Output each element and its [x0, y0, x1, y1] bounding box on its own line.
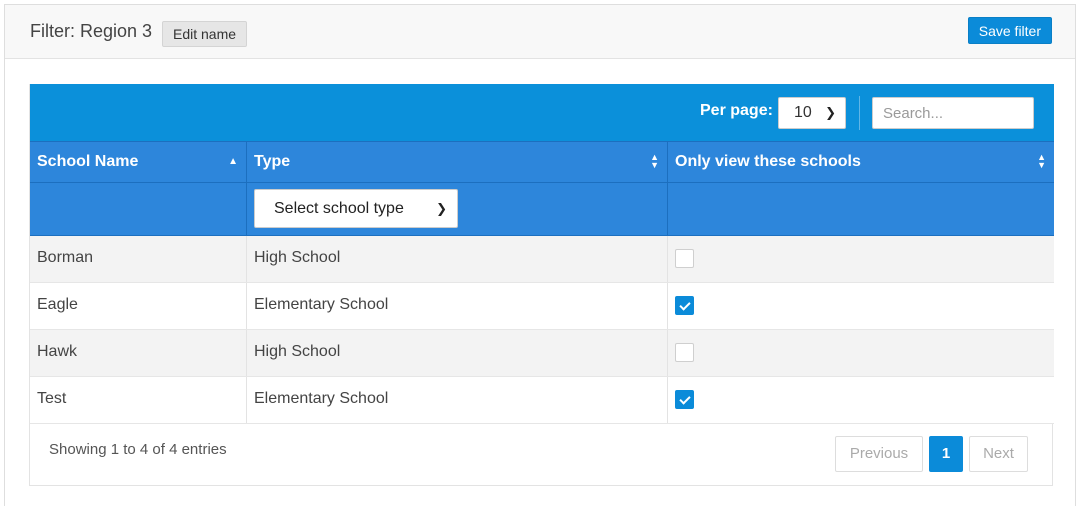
next-page-button[interactable]: Next: [969, 436, 1028, 472]
only-view-checkbox[interactable]: [675, 390, 694, 409]
only-view-cell: [668, 330, 1054, 376]
per-page-label: Per page:: [700, 102, 773, 119]
schools-table: Per page: 10 ❯ School Name ▲ Type ▲▼ Onl…: [29, 84, 1054, 486]
toolbar-divider: [859, 96, 860, 130]
filter-cell-empty: [668, 183, 1054, 235]
only-view-checkbox[interactable]: [675, 343, 694, 362]
only-view-cell: [668, 236, 1054, 282]
column-header-type[interactable]: Type ▲ ▼: [247, 142, 668, 182]
school-name-cell: Eagle: [30, 283, 247, 329]
panel-header: Filter: Region 3 Edit name Save filter: [5, 5, 1075, 59]
sort-both-icon: ▲ ▼: [650, 152, 659, 171]
school-type-select-label: Select school type: [274, 200, 404, 217]
column-label: Type: [254, 153, 291, 170]
filter-cell-type: Select school type ❯: [247, 183, 668, 235]
column-label: Only view these schools: [675, 153, 861, 170]
table-row: Borman High School: [30, 236, 1054, 283]
column-header-school-name[interactable]: School Name ▲: [30, 142, 247, 182]
school-name-cell: Borman: [30, 236, 247, 282]
chevron-down-icon: ❯: [825, 105, 836, 120]
table-row: Eagle Elementary School: [30, 283, 1054, 330]
edit-name-button[interactable]: Edit name: [162, 21, 248, 47]
page-1-button[interactable]: 1: [929, 436, 963, 472]
sort-both-icon: ▲ ▼: [1037, 152, 1046, 171]
per-page-select[interactable]: 10 ❯: [778, 97, 846, 129]
sort-ascending-icon: ▲: [228, 156, 238, 167]
column-filter-row: Select school type ❯: [30, 182, 1054, 236]
table-row: Test Elementary School: [30, 377, 1054, 424]
per-page-value: 10: [794, 104, 812, 121]
table-row: Hawk High School: [30, 330, 1054, 377]
filter-cell-empty: [30, 183, 247, 235]
search-input[interactable]: [872, 97, 1034, 129]
column-header-only-view[interactable]: Only view these schools ▲ ▼: [668, 142, 1054, 182]
previous-page-button[interactable]: Previous: [835, 436, 923, 472]
table-toolbar: Per page: 10 ❯: [30, 84, 1054, 141]
school-name-cell: Test: [30, 377, 247, 423]
school-type-cell: High School: [247, 330, 668, 376]
chevron-down-icon: ❯: [436, 201, 447, 216]
filter-panel: Filter: Region 3 Edit name Save filter P…: [4, 4, 1076, 506]
entries-info: Showing 1 to 4 of 4 entries: [49, 441, 227, 458]
school-name-cell: Hawk: [30, 330, 247, 376]
only-view-cell: [668, 283, 1054, 329]
save-filter-button[interactable]: Save filter: [967, 17, 1052, 44]
column-label: School Name: [37, 153, 139, 170]
only-view-cell: [668, 377, 1054, 423]
only-view-checkbox[interactable]: [675, 296, 694, 315]
school-type-cell: Elementary School: [247, 283, 668, 329]
filter-title: Filter: Region 3: [30, 21, 153, 41]
school-type-cell: Elementary School: [247, 377, 668, 423]
table-header-row: School Name ▲ Type ▲ ▼ Only view these sc…: [30, 141, 1054, 182]
school-type-cell: High School: [247, 236, 668, 282]
only-view-checkbox[interactable]: [675, 249, 694, 268]
school-type-select[interactable]: Select school type ❯: [254, 189, 458, 228]
